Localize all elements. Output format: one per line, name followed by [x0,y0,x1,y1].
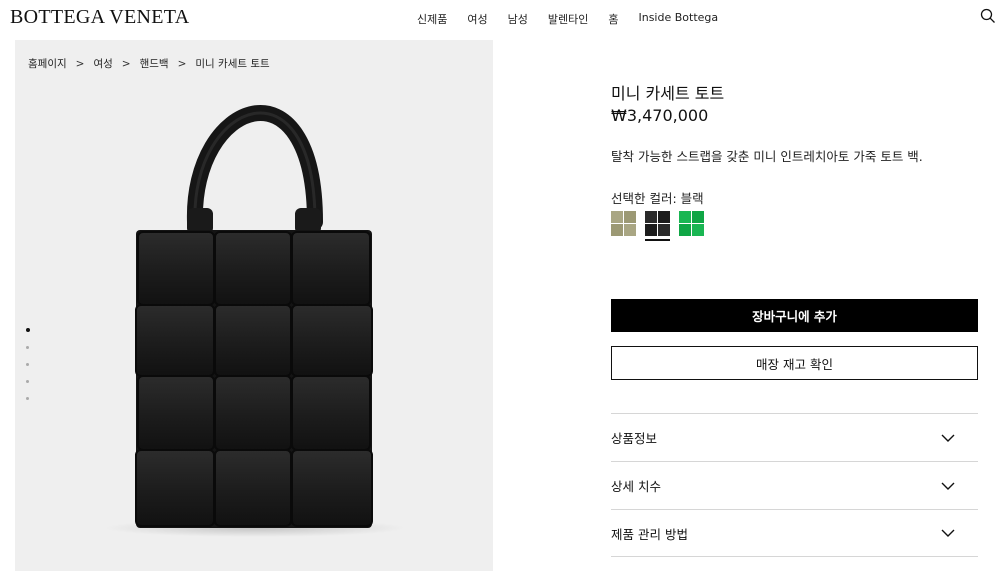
accordion-care[interactable]: 제품 관리 방법 [611,509,978,557]
product-description: 탈착 가능한 스트랩을 갖춘 미니 인트레치아토 가죽 토트 백. [611,149,923,164]
chevron-down-icon [941,434,955,442]
swatch-olive[interactable] [611,211,636,236]
product-title: 미니 카세트 토트 [611,84,725,103]
breadcrumb-separator: > [177,58,187,70]
selected-color-label: 선택한 컬러: 블랙 [611,191,704,206]
nav-item-men[interactable]: 남성 [508,11,528,27]
product-accordion: 상품정보 상세 치수 제품 관리 방법 [611,413,978,557]
swatch-green[interactable] [679,211,704,236]
gallery-dot-4[interactable] [26,380,29,383]
gallery-dot-2[interactable] [26,346,29,349]
nav-item-new[interactable]: 신제품 [417,11,447,27]
breadcrumb-women[interactable]: 여성 [93,58,112,70]
gallery-dot-5[interactable] [26,397,29,400]
product-gallery: 홈페이지 > 여성 > 핸드백 > 미니 카세트 토트 [15,40,493,571]
gallery-dot-1[interactable] [25,328,30,332]
product-image[interactable] [15,40,493,571]
nav-item-women[interactable]: 여성 [467,11,487,27]
accordion-label: 상세 치수 [611,479,661,494]
breadcrumb-home[interactable]: 홈페이지 [28,58,67,70]
product-price: ₩3,470,000 [611,106,709,125]
brand-logo[interactable]: BOTTEGA VENETA [10,6,189,29]
chevron-down-icon [941,529,955,537]
gallery-dot-3[interactable] [26,363,29,366]
color-swatches [611,211,704,241]
accordion-product-info[interactable]: 상품정보 [611,413,978,461]
breadcrumb-separator: > [75,58,85,70]
chevron-down-icon [941,482,955,490]
breadcrumb-current: 미니 카세트 토트 [195,58,270,70]
main-nav: 신제품 여성 남성 발렌타인 홈 Inside Bottega [417,11,718,27]
swatch-black[interactable] [645,211,670,241]
search-icon[interactable] [980,8,996,24]
gallery-pagination [25,328,30,414]
nav-item-valentine[interactable]: 발렌타인 [548,11,588,27]
check-store-stock-button[interactable]: 매장 재고 확인 [611,346,978,380]
nav-item-inside-bottega[interactable]: Inside Bottega [638,11,718,27]
breadcrumb-handbags[interactable]: 핸드백 [140,58,169,70]
breadcrumb: 홈페이지 > 여성 > 핸드백 > 미니 카세트 토트 [28,56,270,71]
accordion-label: 상품정보 [611,431,658,446]
accordion-dimensions[interactable]: 상세 치수 [611,461,978,509]
accordion-label: 제품 관리 방법 [611,526,688,542]
breadcrumb-separator: > [121,58,131,70]
nav-item-home[interactable]: 홈 [608,11,618,27]
add-to-cart-button[interactable]: 장바구니에 추가 [611,299,978,332]
site-header: BOTTEGA VENETA 신제품 여성 남성 발렌타인 홈 Inside B… [0,0,1000,36]
